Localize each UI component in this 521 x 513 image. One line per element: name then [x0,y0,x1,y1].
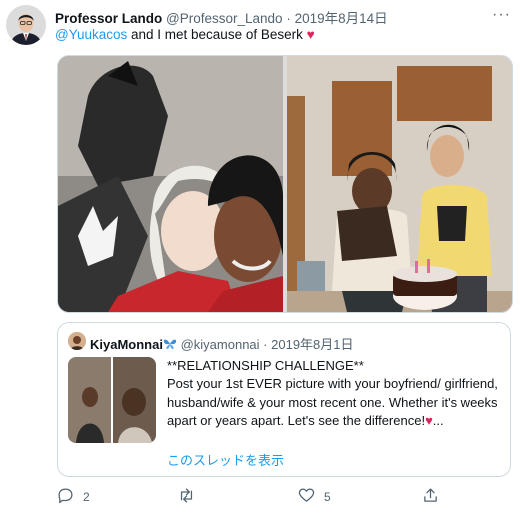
author-avatar[interactable] [6,5,46,45]
retweet-button[interactable] [178,487,204,507]
photo-recent[interactable] [287,56,512,312]
quoted-media-thumbnail [68,357,156,443]
tweet: Professor Lando @Professor_Lando · 2019年… [0,0,521,513]
tweet-media [57,55,513,313]
butterfly-icon [163,337,177,352]
quoted-text-line-2: Post your 1st EVER picture with your boy… [167,376,498,429]
more-options-icon[interactable]: ··· [492,6,511,24]
heart-outline-icon [298,487,315,507]
reply-button[interactable]: 2 [57,487,90,507]
author-handle[interactable]: @Professor_Lando [166,11,283,26]
show-thread-link[interactable]: このスレッドを表示 [167,450,284,469]
quoted-author-avatar [68,332,86,350]
tweet-date[interactable]: 2019年8月14日 [295,11,388,26]
tweet-body: and I met because of Beserk [127,27,307,42]
quoted-separator: · [263,337,268,352]
quoted-header: KiyaMonnai @kiyamonnai · 2019年8月1日 [90,334,354,353]
share-icon [422,487,439,507]
quoted-date: 2019年8月1日 [271,337,354,352]
share-button[interactable] [422,487,439,507]
header-separator: · [286,11,291,26]
retweet-icon [178,487,195,507]
mention-link[interactable]: @Yuukacos [55,27,127,42]
like-button[interactable]: 5 [298,487,331,507]
heart-emoji: ♥ [306,27,315,42]
quoted-tweet[interactable]: KiyaMonnai @kiyamonnai · 2019年8月1日 **REL… [57,322,511,477]
quoted-ellipsis: ... [432,413,444,429]
tweet-text: @Yuukacos and I met because of Beserk ♥ [55,27,315,42]
like-count: 5 [324,490,331,504]
photo-cosplay[interactable] [58,56,284,312]
action-bar: 2 5 [55,487,455,509]
quoted-author-name: KiyaMonnai [90,337,163,352]
author-name[interactable]: Professor Lando [55,11,162,26]
heart-emoji: ♥ [425,413,433,429]
quoted-text: **RELATIONSHIP CHALLENGE** Post your 1st… [167,357,505,431]
reply-count: 2 [83,490,90,504]
tweet-header: Professor Lando @Professor_Lando · 2019年… [55,7,388,26]
quoted-text-line-1: **RELATIONSHIP CHALLENGE** [167,358,364,373]
quoted-author-handle: @kiyamonnai [180,337,260,352]
reply-icon [57,487,74,507]
